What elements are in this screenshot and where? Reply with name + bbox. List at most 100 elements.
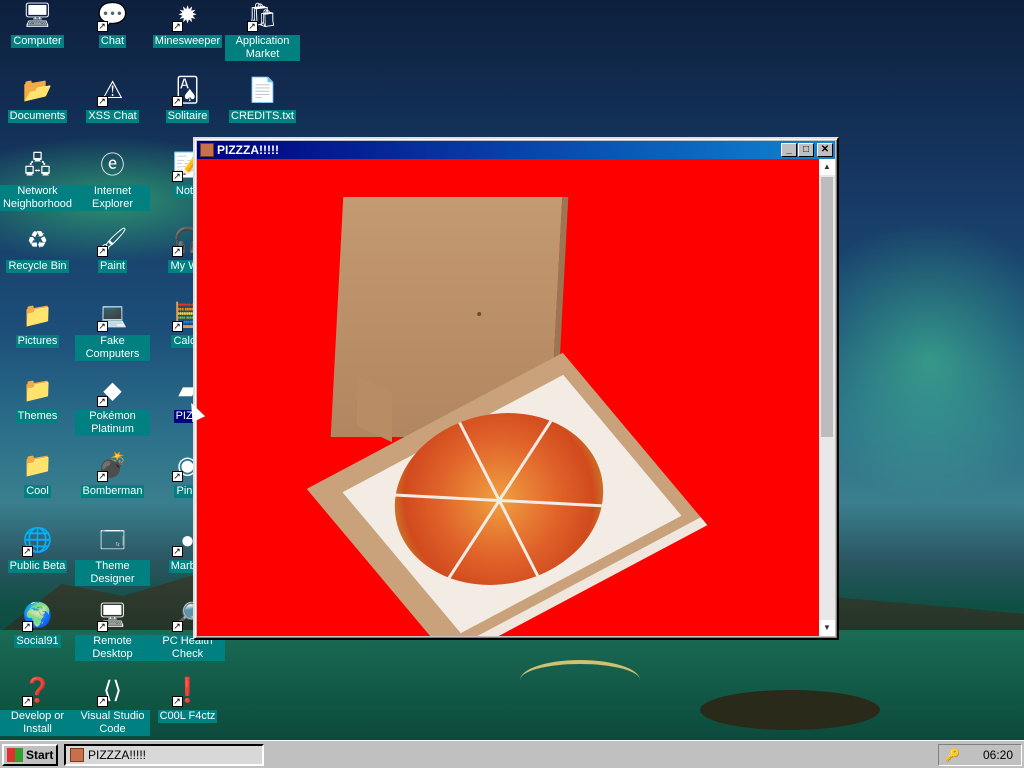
desktop-icon[interactable]: 📂 Documents <box>0 75 75 150</box>
develop-install-icon: ❓ ↗ <box>21 677 53 707</box>
desktop-icon[interactable]: 🌍 ↗ Social91 <box>0 600 75 675</box>
pizza-box-icon <box>70 748 84 762</box>
shortcut-arrow-icon: ↗ <box>96 96 108 107</box>
desktop-icon[interactable]: ❗ ↗ C00L F4ctz <box>150 675 225 750</box>
folder-pictures-icon: 📁 <box>22 302 53 329</box>
text-file-icon: 📄 <box>247 77 278 104</box>
desktop-icon[interactable]: 🗔 Theme Designer <box>75 525 150 600</box>
desktop-icon-label: Internet Explorer <box>75 185 150 211</box>
system-tray: 🔑 06:20 <box>938 744 1022 766</box>
shortcut-arrow-icon: ↗ <box>171 246 183 257</box>
computer-icon: 🖥 <box>22 2 53 29</box>
window-titlebar[interactable]: PIZZZA!!!!! _ □ ✕ <box>197 141 835 159</box>
cool-facts-icon: ❗ ↗ <box>171 677 203 707</box>
chat-warning-icon: ⚠ ↗ <box>96 77 124 107</box>
shortcut-arrow-icon: ↗ <box>96 321 108 332</box>
wallpaper-bridge <box>520 660 640 700</box>
desktop-icon-label: Public Beta <box>7 560 68 573</box>
window-designer-icon: 🗔 <box>99 527 126 554</box>
scrollbar-thumb[interactable] <box>821 177 833 437</box>
desktop-icon-label: Network Neighborhood <box>0 185 75 211</box>
shortcut-arrow-icon: ↗ <box>96 21 108 32</box>
bomberman-icon: 💣 ↗ <box>96 452 128 482</box>
desktop-icon-label: Visual Studio Code <box>75 710 150 736</box>
desktop-icon[interactable]: 💣 ↗ Bomberman <box>75 450 150 525</box>
desktop-icon[interactable]: 🖧 Network Neighborhood <box>0 150 75 225</box>
taskbar: Start PIZZZA!!!!! 🔑 06:20 <box>0 740 1024 768</box>
folder-themes-icon: 📁 <box>22 377 53 404</box>
desktop-icon[interactable]: 💬 ↗ Chat <box>75 0 150 75</box>
desktop-icon[interactable]: 🛍 ↗ Application Market <box>225 0 300 75</box>
fake-computer-icon: 💻 ↗ <box>96 302 128 332</box>
shortcut-arrow-icon: ↗ <box>96 696 108 707</box>
pizza-box-icon <box>200 143 214 157</box>
desktop-icon-label: Chat <box>98 35 127 48</box>
wallpaper-island <box>700 690 880 730</box>
remote-desktop-icon: 🖥 ↗ <box>96 602 128 632</box>
cards-icon: 🂡 ↗ <box>171 77 200 107</box>
network-icon: 🖧 <box>24 152 51 179</box>
desktop-icon[interactable]: ♻ Recycle Bin <box>0 225 75 300</box>
desktop-icon-label: Develop or Install <box>0 710 75 736</box>
desktop-icon[interactable]: ⓔ Internet Explorer <box>75 150 150 225</box>
desktop-icon-label: Social91 <box>14 635 61 648</box>
scroll-down-icon[interactable]: ▼ <box>819 620 835 636</box>
desktop-icon-label: Theme Designer <box>75 560 150 586</box>
start-button[interactable]: Start <box>2 744 58 766</box>
shortcut-arrow-icon: ↗ <box>171 96 183 107</box>
shortcut-arrow-icon: ↗ <box>171 321 183 332</box>
desktop-icon[interactable]: 🖌 ↗ Paint <box>75 225 150 300</box>
pokemon-icon: ◆ ↗ <box>96 377 122 407</box>
desktop-icon-label: Pokémon Platinum <box>75 410 150 436</box>
globe-icon: 🌍 ↗ <box>21 602 53 632</box>
shopping-bag-icon: 🛍 ↗ <box>246 2 278 32</box>
browser-icon: ⓔ <box>100 152 125 179</box>
shortcut-arrow-icon: ↗ <box>21 546 33 557</box>
desktop-icon-label: Bomberman <box>80 485 145 498</box>
shortcut-arrow-icon: ↗ <box>171 621 183 632</box>
shortcut-arrow-icon: ↗ <box>171 171 183 182</box>
desktop-icon-label: Remote Desktop <box>75 635 150 661</box>
clock[interactable]: 06:20 <box>983 745 1013 765</box>
desktop-icon-label: Cool <box>24 485 51 498</box>
taskbar-item-pizza[interactable]: PIZZZA!!!!! <box>64 744 264 766</box>
maximize-button[interactable]: □ <box>798 143 814 157</box>
shortcut-arrow-icon: ↗ <box>96 471 108 482</box>
shortcut-arrow-icon: ↗ <box>171 546 183 557</box>
desktop-icon-label: Solitaire <box>165 110 210 123</box>
desktop-icon[interactable]: ◆ ↗ Pokémon Platinum <box>75 375 150 450</box>
folder-cool-icon: 📁 <box>22 452 53 479</box>
folder-documents-icon: 📂 <box>22 77 53 104</box>
start-logo-icon <box>7 748 23 762</box>
window-title: PIZZZA!!!!! <box>217 143 279 157</box>
vertical-scrollbar[interactable]: ▲ ▼ <box>819 159 835 636</box>
desktop-icon-label: Pictures <box>15 335 60 348</box>
desktop-icon[interactable]: 📁 Themes <box>0 375 75 450</box>
shortcut-arrow-icon: ↗ <box>21 621 33 632</box>
desktop-icon[interactable]: ⟨⟩ ↗ Visual Studio Code <box>75 675 150 750</box>
close-button[interactable]: ✕ <box>817 143 833 157</box>
desktop-icon[interactable]: 🌐 ↗ Public Beta <box>0 525 75 600</box>
desktop-icon-label: Paint <box>97 260 128 273</box>
desktop-icon[interactable]: ✹ ↗ Minesweeper <box>150 0 225 75</box>
scroll-up-icon[interactable]: ▲ <box>819 159 835 175</box>
shortcut-arrow-icon: ↗ <box>171 696 183 707</box>
minimize-button[interactable]: _ <box>781 143 797 157</box>
key-icon[interactable]: 🔑 <box>945 748 960 762</box>
desktop-icon[interactable]: 📁 Cool <box>0 450 75 525</box>
taskbar-item-label: PIZZZA!!!!! <box>88 748 147 762</box>
desktop-icon[interactable]: 🖥 ↗ Remote Desktop <box>75 600 150 675</box>
desktop-icon-label: C00L F4ctz <box>157 710 218 723</box>
desktop-icon-label: Documents <box>7 110 68 123</box>
shortcut-arrow-icon: ↗ <box>96 396 108 407</box>
desktop-icon[interactable]: 📁 Pictures <box>0 300 75 375</box>
pizza-window[interactable]: PIZZZA!!!!! _ □ ✕ ▲ ▼ <box>193 137 839 640</box>
desktop-icon-label: Minesweeper <box>152 35 223 48</box>
desktop-icon[interactable]: ❓ ↗ Develop or Install <box>0 675 75 750</box>
desktop-icon-label: Fake Computers <box>75 335 150 361</box>
desktop-icon[interactable]: 🖥 Computer <box>0 0 75 75</box>
desktop-icon[interactable]: 💻 ↗ Fake Computers <box>75 300 150 375</box>
desktop-icon-label: Recycle Bin <box>6 260 69 273</box>
desktop-icon-label: Computer <box>11 35 64 48</box>
desktop-icon[interactable]: ⚠ ↗ XSS Chat <box>75 75 150 150</box>
